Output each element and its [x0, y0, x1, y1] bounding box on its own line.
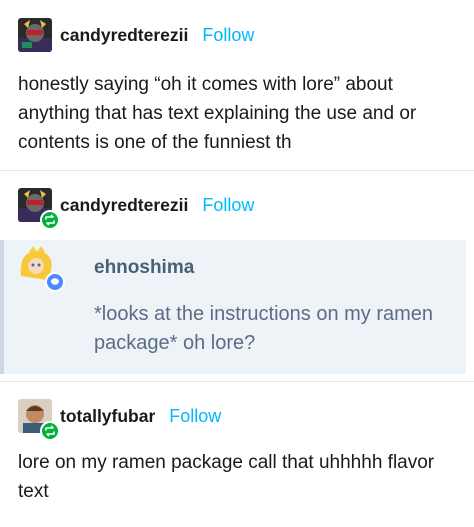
post-header: candyredterezii Follow	[18, 187, 254, 230]
post-3: totallyfubar Follow lore on my ramen pac…	[0, 382, 474, 527]
post-1: candyredterezii Follow honestly saying “…	[0, 0, 474, 170]
avatar[interactable]	[18, 399, 60, 441]
follow-button[interactable]: Follow	[202, 195, 254, 216]
avatar[interactable]	[17, 246, 65, 292]
quote-username[interactable]: ehnoshima	[94, 257, 194, 279]
reblog-icon	[40, 210, 60, 230]
quote-box: ehnoshima *looks at the instructions on …	[0, 240, 466, 374]
username[interactable]: totallyfubar	[60, 406, 155, 427]
quote-text: *looks at the instructions on my ramen p…	[94, 303, 434, 354]
post-body: honestly saying “oh it comes with lore” …	[18, 74, 417, 153]
reblog-icon	[40, 421, 60, 441]
post-body: lore on my ramen package call that uhhhh…	[18, 452, 435, 502]
follow-button[interactable]: Follow	[169, 406, 221, 427]
username[interactable]: candyredterezii	[60, 195, 188, 216]
avatar[interactable]	[18, 188, 60, 230]
post-header: candyredterezii Follow	[18, 17, 254, 53]
follow-button[interactable]: Follow	[202, 25, 254, 46]
message-icon	[45, 272, 65, 292]
post-header: totallyfubar Follow	[18, 398, 221, 441]
avatar[interactable]	[18, 18, 52, 52]
username[interactable]: candyredterezii	[60, 25, 188, 46]
